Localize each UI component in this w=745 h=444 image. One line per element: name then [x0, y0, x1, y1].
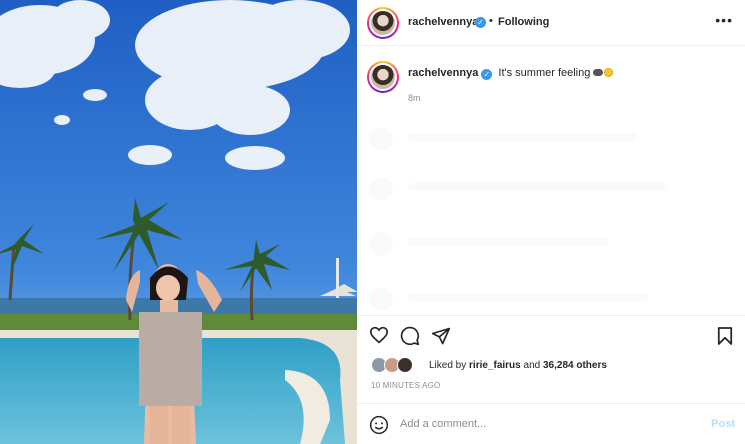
comment-placeholder-line [408, 238, 608, 246]
comment-avatar-placeholder [369, 127, 393, 151]
post-side-panel: rachelvennya ✓ • Following ••• rachelven… [357, 0, 745, 444]
cloud-emoji-icon [593, 69, 604, 76]
post-photo[interactable] [0, 0, 357, 444]
emoji-smiley-icon[interactable] [369, 415, 389, 440]
comment-input[interactable] [400, 414, 700, 434]
comment-placeholder-line [408, 293, 648, 301]
caption-line: rachelvennya ✓ It's summer feeling [408, 67, 614, 80]
author-username[interactable]: rachelvennya [408, 16, 478, 28]
author-avatar[interactable] [367, 7, 399, 39]
comment-avatar-placeholder [369, 287, 393, 311]
likes-text[interactable]: Liked by ririe_fairus and 36,284 others [429, 360, 607, 371]
caption-verified-badge-icon: ✓ [481, 69, 493, 80]
comment-avatar-placeholder [369, 177, 393, 201]
share-paper-plane-icon[interactable] [431, 326, 451, 351]
like-heart-icon[interactable] [369, 326, 389, 349]
likes-prefix: Liked by [429, 360, 467, 371]
beach-pool-image [0, 0, 357, 444]
post-header: rachelvennya ✓ • Following ••• [357, 0, 745, 46]
post-comment-button[interactable]: Post [711, 418, 735, 430]
comment-bubble-icon[interactable] [400, 326, 420, 351]
more-options-icon[interactable]: ••• [715, 12, 733, 28]
comment-placeholder-line [408, 133, 638, 141]
caption-author-avatar[interactable] [367, 61, 399, 93]
post-timestamp[interactable]: 10 MINUTES AGO [371, 381, 440, 390]
comment-bar: Post [357, 403, 745, 444]
caption-text: It's summer feeling [498, 67, 591, 79]
likes-others-count[interactable]: 36,284 others [543, 360, 607, 371]
caption-section: rachelvennya ✓ It's summer feeling 8m [357, 47, 745, 315]
caption-time: 8m [408, 93, 421, 103]
comment-placeholder-line [408, 183, 668, 191]
verified-badge-icon: ✓ [475, 17, 486, 28]
liker-avatar[interactable] [397, 357, 413, 373]
following-button[interactable]: Following [498, 16, 549, 28]
separator-dot: • [489, 15, 493, 27]
sun-emoji-icon [604, 68, 614, 77]
save-bookmark-icon[interactable] [717, 326, 733, 351]
post-actions-bar [357, 315, 745, 355]
liked-by-username[interactable]: ririe_fairus [469, 360, 521, 371]
likes-and: and [523, 360, 541, 371]
comment-avatar-placeholder [369, 232, 393, 256]
caption-username[interactable]: rachelvennya [408, 67, 478, 79]
